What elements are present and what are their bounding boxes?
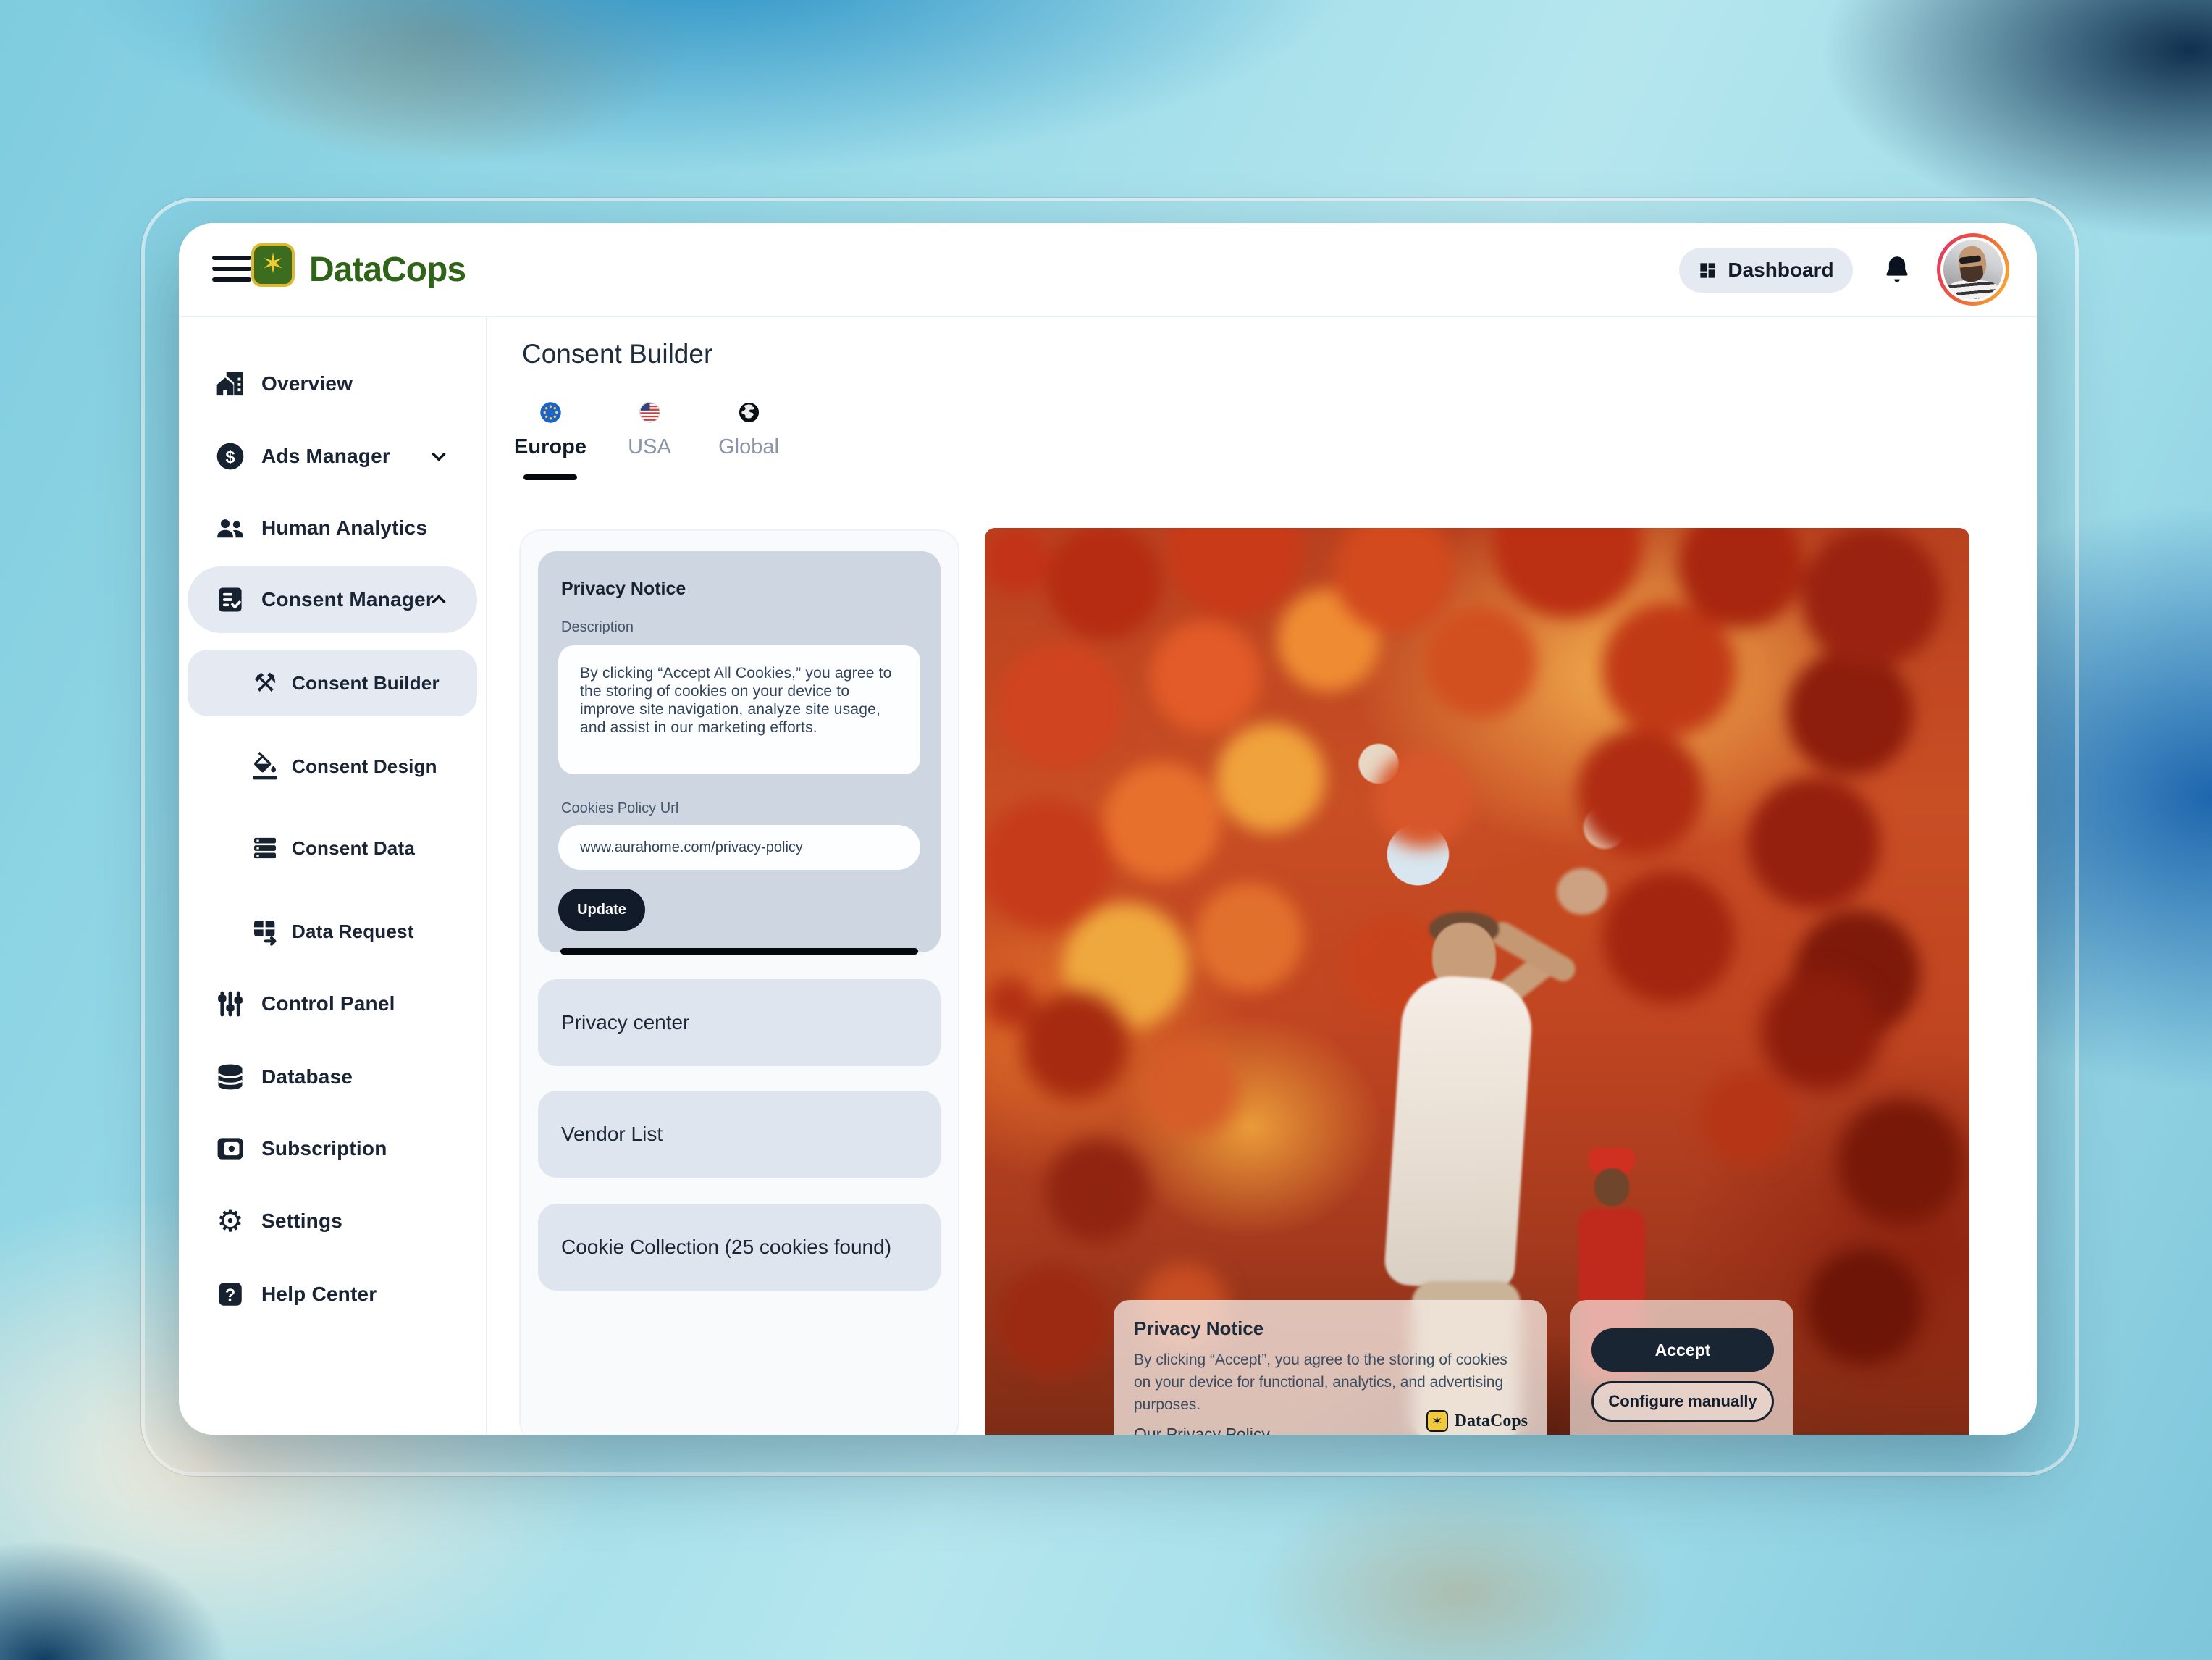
app-window: ✶ DataCops Dashboard Overview $ Ads Man — [179, 223, 2037, 1435]
sidebar-label: Control Panel — [261, 992, 395, 1015]
tab-europe[interactable]: Europe — [510, 401, 590, 480]
table-export-icon — [250, 916, 280, 947]
region-tabs: Europe USA Global — [510, 401, 808, 480]
sidebar-label: Subscription — [261, 1137, 387, 1160]
sidebar-label: Data Request — [292, 921, 414, 943]
section-label: Privacy center — [561, 1011, 689, 1034]
section-label: Vendor List — [561, 1123, 663, 1146]
sidebar-label: Help Center — [261, 1283, 377, 1306]
banner-body: By clicking “Accept”, you agree to the s… — [1134, 1349, 1525, 1416]
sidebar-item-consent-design[interactable]: Consent Design — [188, 733, 477, 800]
section-vendor-list[interactable]: Vendor List — [538, 1091, 941, 1178]
consent-banner-notice: Privacy Notice By clicking “Accept”, you… — [1114, 1300, 1547, 1435]
paint-fill-icon — [250, 751, 280, 781]
consent-banner-actions: Accept Configure manually — [1570, 1300, 1793, 1435]
document-check-icon — [214, 583, 247, 616]
sidebar-item-settings[interactable]: ⚙ Settings — [188, 1188, 477, 1254]
datacops-mini-badge-icon: ✶ — [1426, 1410, 1448, 1432]
tab-label: Global — [718, 435, 779, 459]
sidebar-label: Ads Manager — [261, 445, 390, 468]
svg-text:$: $ — [225, 448, 235, 467]
chevron-up-icon — [428, 589, 450, 611]
topbar: ✶ DataCops Dashboard — [179, 223, 2037, 317]
avatar-photo — [1943, 240, 2003, 299]
sidebar-label: Overview — [261, 372, 353, 395]
consent-preview-image: Privacy Notice By clicking “Accept”, you… — [985, 528, 1969, 1435]
sidebar: Overview $ Ads Manager Human Analytics C… — [179, 317, 487, 1435]
description-textarea[interactable]: By clicking “Accept All Cookies,” you ag… — [558, 645, 920, 774]
active-tab-underline — [523, 474, 577, 480]
sidebar-label: Consent Design — [292, 755, 437, 778]
privacy-notice-title: Privacy Notice — [561, 579, 686, 600]
sidebar-label: Database — [261, 1065, 353, 1089]
sidebar-label: Consent Builder — [292, 672, 440, 695]
cookies-policy-url-input[interactable] — [558, 825, 920, 870]
foliage-art — [985, 528, 1050, 593]
brand-name: DataCops — [309, 223, 466, 316]
people-icon — [214, 511, 247, 545]
tab-label: Europe — [514, 435, 586, 459]
server-list-icon — [250, 833, 280, 863]
sidebar-item-data-request[interactable]: Data Request — [188, 898, 477, 965]
description-label: Description — [561, 619, 634, 636]
sidebar-label: Consent Data — [292, 837, 415, 860]
card-icon — [214, 1132, 247, 1165]
page-title: Consent Builder — [522, 339, 712, 369]
dashboard-label: Dashboard — [1728, 259, 1833, 282]
sidebar-item-ads-manager[interactable]: $ Ads Manager — [188, 423, 477, 490]
sidebar-item-consent-builder[interactable]: ⚒ Consent Builder — [188, 650, 477, 716]
home-building-icon — [214, 367, 247, 401]
sidebar-item-consent-data[interactable]: Consent Data — [188, 815, 477, 881]
dashboard-button[interactable]: Dashboard — [1679, 248, 1853, 293]
sidebar-label: Consent Manager — [261, 588, 434, 611]
update-button[interactable]: Update — [558, 889, 645, 931]
svg-text:?: ? — [225, 1286, 235, 1305]
banner-brand: ✶ DataCops — [1426, 1410, 1528, 1432]
cookies-policy-url-label: Cookies Policy Url — [561, 800, 678, 817]
configure-manually-button[interactable]: Configure manually — [1591, 1381, 1774, 1422]
globe-icon — [738, 401, 760, 424]
sidebar-item-overview[interactable]: Overview — [188, 351, 477, 417]
hamburger-menu-icon[interactable] — [212, 256, 251, 283]
privacy-notice-card: Privacy Notice Description By clicking “… — [538, 551, 941, 952]
sidebar-item-human-analytics[interactable]: Human Analytics — [188, 495, 477, 561]
section-cookie-collection[interactable]: Cookie Collection (25 cookies found) — [538, 1204, 941, 1291]
dashboard-grid-icon — [1698, 261, 1717, 280]
tab-label: USA — [628, 435, 671, 459]
sliders-icon — [214, 987, 247, 1020]
sheriff-star-icon: ✶ — [261, 251, 285, 278]
section-privacy-center[interactable]: Privacy center — [538, 979, 941, 1066]
chevron-down-icon — [428, 445, 450, 467]
tab-usa[interactable]: USA — [610, 401, 689, 480]
sidebar-label: Human Analytics — [261, 516, 427, 540]
question-icon: ? — [214, 1278, 247, 1311]
gear-icon: ⚙ — [214, 1204, 247, 1238]
crossed-tools-icon: ⚒ — [250, 668, 280, 698]
background-person-figure — [1594, 1168, 1629, 1206]
sidebar-item-consent-manager[interactable]: Consent Manager — [188, 566, 477, 633]
user-avatar[interactable] — [1937, 233, 2009, 306]
accept-button[interactable]: Accept — [1591, 1328, 1774, 1372]
dollar-circle-icon: $ — [214, 440, 247, 473]
banner-title: Privacy Notice — [1134, 1317, 1526, 1340]
datacops-logo-icon: ✶ — [251, 243, 295, 287]
tab-global[interactable]: Global — [709, 401, 789, 480]
sidebar-item-subscription[interactable]: Subscription — [188, 1115, 477, 1182]
section-label: Cookie Collection (25 cookies found) — [561, 1236, 891, 1259]
sidebar-label: Settings — [261, 1210, 342, 1233]
accordion-indicator-bar — [560, 948, 918, 955]
banner-brand-name: DataCops — [1455, 1412, 1528, 1431]
usa-flag-icon — [639, 401, 661, 424]
database-icon — [214, 1060, 247, 1094]
eu-flag-icon — [539, 401, 562, 424]
sidebar-item-control-panel[interactable]: Control Panel — [188, 971, 477, 1037]
sidebar-item-help-center[interactable]: ? Help Center — [188, 1261, 477, 1328]
sidebar-item-database[interactable]: Database — [188, 1044, 477, 1110]
bell-icon[interactable] — [1880, 253, 1914, 287]
consent-editor-panel: Privacy Notice Description By clicking “… — [519, 529, 959, 1435]
